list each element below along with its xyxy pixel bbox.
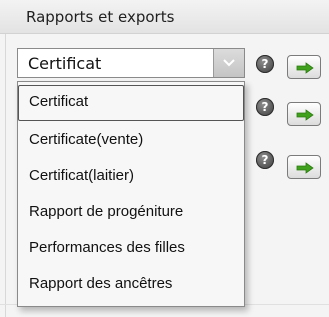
panel-left-border (5, 34, 6, 317)
chevron-down-icon (223, 59, 235, 67)
green-right-arrow-icon (296, 162, 314, 174)
run-export-button[interactable] (287, 102, 321, 126)
report-type-select[interactable]: Certificat (17, 48, 245, 78)
dropdown-option-rapport-ancetres[interactable]: Rapport des ancêtres (18, 266, 244, 302)
reports-exports-panel: Rapports et exports Certificat ? ? ? Cer… (0, 0, 329, 317)
dropdown-option-certificate-vente[interactable]: Certificate(vente) (18, 122, 244, 158)
help-icon[interactable]: ? (256, 151, 274, 169)
green-right-arrow-icon (296, 62, 314, 74)
dropdown-option-certificat[interactable]: Certificat (18, 85, 244, 121)
run-export-button[interactable] (287, 155, 321, 179)
dropdown-option-performances-filles[interactable]: Performances des filles (18, 230, 244, 266)
panel-title: Rapports et exports (26, 8, 175, 26)
dropdown-option-certificat-laitier[interactable]: Certificat(laitier) (18, 158, 244, 194)
select-dropdown-toggle[interactable] (213, 49, 244, 77)
help-icon[interactable]: ? (256, 55, 274, 73)
green-right-arrow-icon (296, 109, 314, 121)
report-type-dropdown-list: Certificat Certificate(vente) Certificat… (17, 81, 245, 307)
help-icon[interactable]: ? (256, 98, 274, 116)
run-report-button[interactable] (287, 55, 321, 79)
dropdown-option-rapport-progeniture[interactable]: Rapport de progéniture (18, 194, 244, 230)
report-type-select-value: Certificat (28, 54, 102, 73)
panel-header: Rapports et exports (0, 0, 329, 34)
